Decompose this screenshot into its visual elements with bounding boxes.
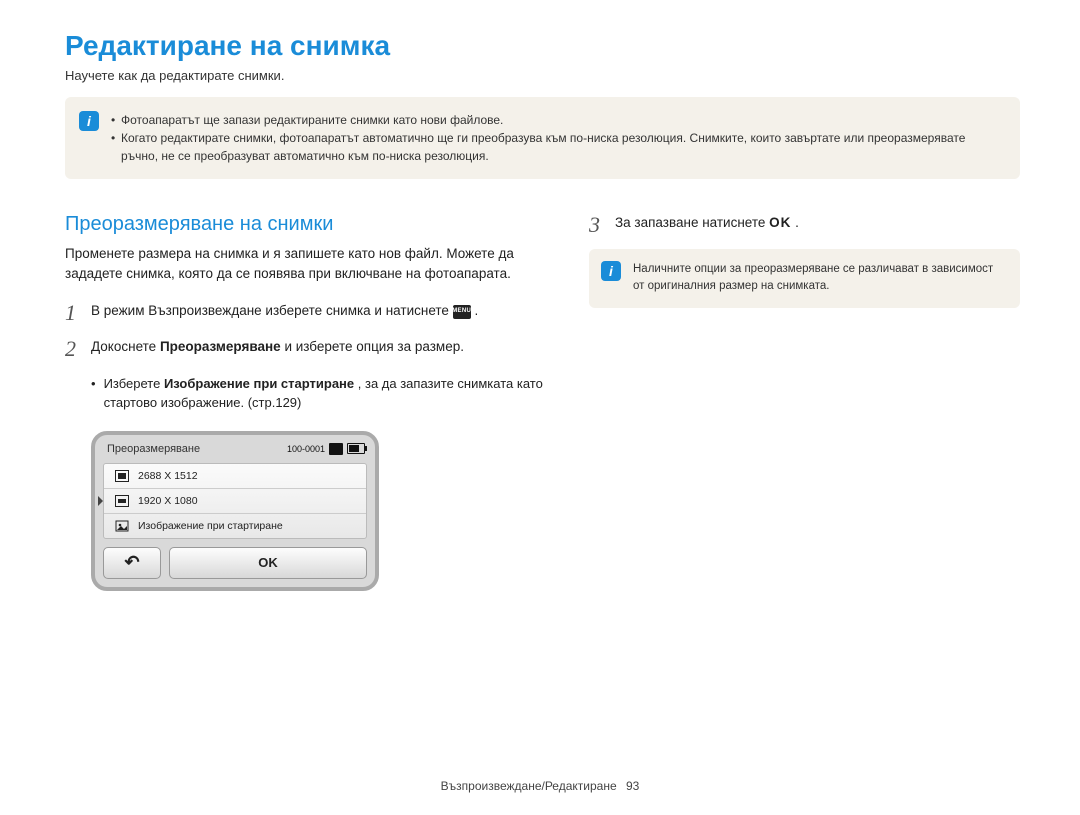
top-note-item: Фотоапаратът ще запази редактираните сни… (111, 111, 1002, 129)
camera-screen-mock: Преоразмеряване 100-0001 2688 X 1512 (91, 431, 379, 591)
sub-bullet-body: Изберете Изображение при стартиране , за… (104, 374, 545, 413)
page-subtitle: Научете как да редактирате снимки. (65, 68, 1020, 83)
step-number: 1 (65, 301, 91, 325)
footer-page-number: 93 (626, 779, 639, 793)
step-text: и изберете опция за размер. (284, 339, 464, 354)
step-number: 2 (65, 337, 91, 361)
right-note-text: Наличните опции за преоразмеряване се ра… (633, 261, 1004, 296)
step-bold: Преоразмеряване (160, 339, 281, 354)
top-note-list: Фотоапаратът ще запази редактираните сни… (111, 111, 1002, 165)
bullet-dot: • (91, 374, 96, 413)
battery-icon (347, 443, 365, 454)
step-text: Докоснете (91, 339, 160, 354)
startup-image-icon (114, 520, 130, 532)
resize-option[interactable]: 2688 X 1512 (104, 464, 366, 489)
resize-option[interactable]: Изображение при стартиране (104, 514, 366, 538)
step-body: За запазване натиснете OK . (615, 213, 1020, 233)
top-note-box: i Фотоапаратът ще запази редактираните с… (65, 97, 1020, 179)
section-intro: Променете размера на снимка и я запишете… (65, 244, 545, 283)
camera-header: Преоразмеряване 100-0001 (95, 435, 375, 459)
step-text: В режим Възпроизвеждане изберете снимка … (91, 303, 453, 318)
footer-section: Възпроизвеждане/Редактиране (441, 779, 617, 793)
camera-bottom-bar: ↶ OK (103, 547, 367, 579)
option-label: 2688 X 1512 (138, 470, 198, 482)
step-3: 3 За запазване натиснете OK . (589, 213, 1020, 237)
sub-bold: Изображение при стартиране (164, 376, 354, 391)
step-text: За запазване натиснете (615, 215, 769, 230)
step-1: 1 В режим Възпроизвеждане изберете снимк… (65, 301, 545, 325)
step-body: Докоснете Преоразмеряване и изберете опц… (91, 337, 545, 357)
section-title-resize: Преоразмеряване на снимки (65, 213, 545, 236)
ok-button[interactable]: OK (169, 547, 367, 579)
step-body: В режим Възпроизвеждане изберете снимка … (91, 301, 545, 321)
resize-option-selected[interactable]: 1920 X 1080 (104, 489, 366, 514)
menu-icon: MENU (453, 305, 471, 319)
top-note-item: Когато редактирате снимки, фотоапаратът … (111, 129, 1002, 165)
step-text: . (795, 215, 799, 230)
page-footer: Възпроизвеждане/Редактиране 93 (0, 779, 1080, 793)
info-icon: i (601, 261, 621, 281)
storage-icon (329, 443, 343, 455)
step-text: . (474, 303, 478, 318)
step-2: 2 Докоснете Преоразмеряване и изберете о… (65, 337, 545, 361)
option-label: Изображение при стартиране (138, 520, 283, 532)
step-number: 3 (589, 213, 615, 237)
resize-options-list: 2688 X 1512 1920 X 1080 Изображение при … (103, 463, 367, 539)
back-button[interactable]: ↶ (103, 547, 161, 579)
camera-header-status: 100-0001 (287, 443, 365, 455)
counter-text: 100-0001 (287, 444, 325, 454)
right-note-box: i Наличните опции за преоразмеряване се … (589, 249, 1020, 308)
ok-glyph: OK (769, 215, 791, 230)
resolution-icon (114, 495, 130, 507)
camera-header-title: Преоразмеряване (107, 443, 200, 455)
resolution-icon (114, 470, 130, 482)
sub-text: Изберете (104, 376, 164, 391)
option-label: 1920 X 1080 (138, 495, 198, 507)
step-sub-bullet: • Изберете Изображение при стартиране , … (91, 374, 545, 413)
info-icon: i (79, 111, 99, 131)
page-title: Редактиране на снимка (65, 30, 1020, 62)
